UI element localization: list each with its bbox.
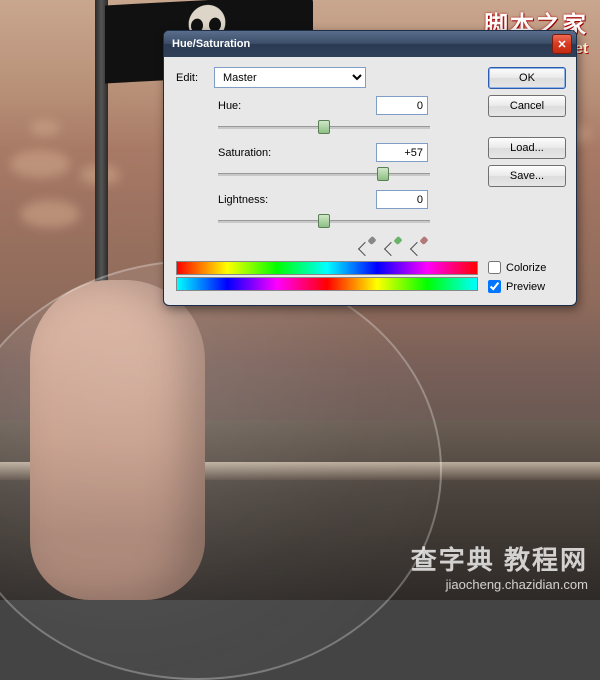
- eyedropper-subtract-icon[interactable]: [410, 237, 428, 255]
- watermark-bottom-url: jiaocheng.chazidian.com: [411, 577, 588, 592]
- watermark-bottom-cn: 查字典 教程网: [411, 540, 588, 577]
- saturation-label: Saturation:: [218, 147, 338, 159]
- preview-label: Preview: [506, 281, 545, 293]
- lightness-input[interactable]: [376, 190, 428, 209]
- ok-button[interactable]: OK: [488, 67, 566, 89]
- edit-dropdown[interactable]: Master: [214, 67, 366, 88]
- cloud: [20, 200, 80, 228]
- cancel-button[interactable]: Cancel: [488, 95, 566, 117]
- eyedropper-icon[interactable]: [358, 237, 376, 255]
- dialog-title: Hue/Saturation: [172, 38, 250, 50]
- hue-gradient-input: [176, 261, 478, 275]
- saturation-slider-thumb[interactable]: [377, 167, 389, 181]
- cloud: [30, 120, 60, 136]
- hue-gradient-output: [176, 277, 478, 291]
- saturation-input[interactable]: [376, 143, 428, 162]
- hue-label: Hue:: [218, 100, 338, 112]
- lightness-slider[interactable]: [218, 211, 430, 231]
- watermark-bottom: 查字典 教程网 jiaocheng.chazidian.com: [411, 540, 588, 592]
- edit-label: Edit:: [176, 72, 208, 84]
- colorize-label: Colorize: [506, 262, 546, 274]
- hue-slider-thumb[interactable]: [318, 120, 330, 134]
- lightness-slider-thumb[interactable]: [318, 214, 330, 228]
- colorize-checkbox[interactable]: [488, 261, 501, 274]
- load-button[interactable]: Load...: [488, 137, 566, 159]
- saturation-slider[interactable]: [218, 164, 430, 184]
- hue-saturation-dialog: Hue/Saturation ✕ Edit: Master Hue:: [163, 30, 577, 306]
- dialog-titlebar[interactable]: Hue/Saturation ✕: [164, 31, 576, 57]
- eyedropper-add-icon[interactable]: [384, 237, 402, 255]
- close-button[interactable]: ✕: [552, 34, 572, 54]
- hue-slider[interactable]: [218, 117, 430, 137]
- preview-checkbox[interactable]: [488, 280, 501, 293]
- colorize-checkbox-row[interactable]: Colorize: [488, 261, 566, 274]
- hue-input[interactable]: [376, 96, 428, 115]
- preview-checkbox-row[interactable]: Preview: [488, 280, 566, 293]
- save-button[interactable]: Save...: [488, 165, 566, 187]
- close-icon: ✕: [557, 38, 566, 51]
- cloud: [10, 150, 70, 178]
- lightness-label: Lightness:: [218, 194, 338, 206]
